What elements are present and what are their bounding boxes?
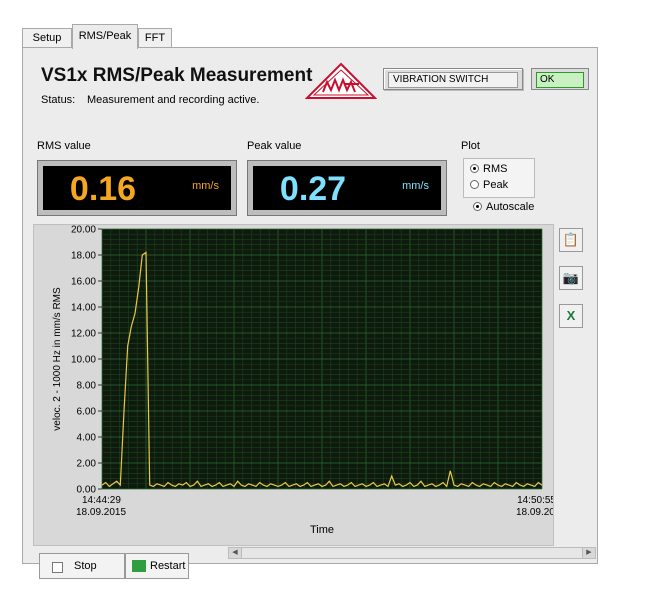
radio-peak-dot[interactable] xyxy=(470,180,479,189)
tab-bar: Setup RMS/Peak FFT xyxy=(22,24,598,49)
radio-rms-dot[interactable] xyxy=(470,164,479,173)
restart-label: Restart xyxy=(150,560,186,572)
vibration-switch-indicator: VIBRATION SWITCH xyxy=(383,68,523,90)
y-tick-label: 0.00 xyxy=(77,485,97,496)
y-tick-label: 12.00 xyxy=(71,329,96,340)
camera-button[interactable]: 📷 xyxy=(559,266,583,290)
clipboard-button[interactable]: 📋 xyxy=(559,228,583,252)
x-end-date: 18.09.2015 xyxy=(516,507,553,518)
excel-button[interactable]: X xyxy=(559,304,583,328)
autoscale-dot[interactable] xyxy=(473,202,482,211)
tab-fft[interactable]: FFT xyxy=(138,28,172,48)
y-tick-label: 20.00 xyxy=(71,225,96,236)
rms-unit: mm/s xyxy=(192,180,219,192)
x-end-time: 14:50:55 xyxy=(517,495,553,506)
velocity-chart: 0.00 2.00 4.00 6.00 8.00 10.00 12.00 14.00 16.00… xyxy=(52,225,553,536)
y-tick-label: 14.00 xyxy=(71,303,96,314)
ok-text: OK xyxy=(536,72,584,88)
y-tick-label: 10.00 xyxy=(71,355,96,366)
x-axis-label: Time xyxy=(310,524,334,536)
stop-label: Stop xyxy=(74,560,97,572)
y-tick-label: 8.00 xyxy=(77,381,97,392)
excel-icon: X xyxy=(566,308,576,323)
y-axis-label: veloc. 2 - 1000 Hz in mm/s RMS xyxy=(52,287,63,431)
stop-checkbox-icon xyxy=(52,562,63,573)
ok-indicator: OK xyxy=(531,68,589,90)
x-start-date: 18.09.2015 xyxy=(76,507,126,518)
tab-rms-peak[interactable]: RMS/Peak xyxy=(72,24,138,49)
restart-button[interactable]: Restart xyxy=(125,553,189,579)
plot-label: Plot xyxy=(461,140,480,152)
app-window: Setup RMS/Peak FFT VS1x RMS/Peak Measure… xyxy=(22,24,598,579)
rms-meter: 0.16 mm/s xyxy=(37,160,237,216)
y-tick-label: 2.00 xyxy=(77,459,97,470)
rms-value-label: RMS value xyxy=(37,140,91,152)
peak-value: 0.27 xyxy=(279,170,347,208)
rms-peak-panel: VS1x RMS/Peak Measurement Status: Measur… xyxy=(22,47,598,579)
y-tick-label: 6.00 xyxy=(77,407,97,418)
horizontal-scrollbar[interactable]: ◀ ▶ xyxy=(228,547,596,559)
stop-button[interactable]: Stop xyxy=(39,553,125,579)
y-tick-label: 18.00 xyxy=(71,251,96,262)
graph-frame: 0.00 2.00 4.00 6.00 8.00 10.00 12.00 14.00 16.00… xyxy=(33,224,554,546)
status-label: Status: xyxy=(41,94,76,106)
peak-unit: mm/s xyxy=(402,180,429,192)
y-tick-label: 4.00 xyxy=(77,433,97,444)
plot-radio-group: RMS Peak xyxy=(463,158,535,198)
mmf-logo xyxy=(305,62,377,99)
scroll-left-icon[interactable]: ◀ xyxy=(229,548,242,558)
y-tick-label: 16.00 xyxy=(71,277,96,288)
page-title: VS1x RMS/Peak Measurement xyxy=(41,65,313,86)
camera-icon: 📷 xyxy=(562,270,580,285)
radio-peak-label: Peak xyxy=(483,179,509,191)
restart-icon xyxy=(132,560,146,572)
clipboard-icon: 📋 xyxy=(562,232,580,247)
x-start-time: 14:44:29 xyxy=(82,495,121,506)
scroll-right-icon[interactable]: ▶ xyxy=(582,548,595,558)
radio-rms-label: RMS xyxy=(483,163,508,175)
tab-setup[interactable]: Setup xyxy=(22,28,72,48)
status-text: Measurement and recording active. xyxy=(87,94,260,106)
peak-meter: 0.27 mm/s xyxy=(247,160,447,216)
rms-value: 0.16 xyxy=(69,170,137,208)
vibration-switch-text: VIBRATION SWITCH xyxy=(388,72,518,88)
peak-value-label: Peak value xyxy=(247,140,302,152)
y-ticks: 0.00 2.00 4.00 6.00 8.00 10.00 12.00 14.00 16.00… xyxy=(71,225,102,496)
autoscale-label: Autoscale xyxy=(486,201,535,213)
